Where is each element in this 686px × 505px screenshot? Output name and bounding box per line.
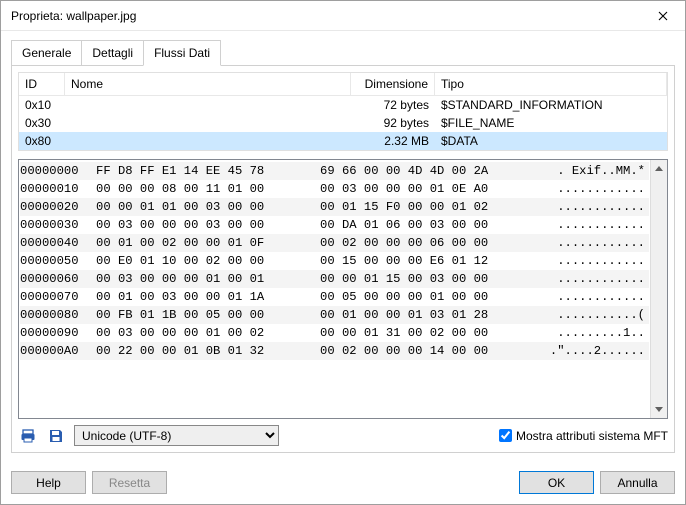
- tab-flussi-dati[interactable]: Flussi Dati: [143, 40, 221, 66]
- titlebar: Proprieta: wallpaper.jpg: [1, 1, 685, 31]
- tab-dettagli[interactable]: Dettagli: [81, 40, 144, 65]
- col-id[interactable]: ID: [19, 73, 65, 95]
- mft-checkbox[interactable]: Mostra attributi sistema MFT: [499, 429, 668, 443]
- reset-button[interactable]: Resetta: [92, 471, 167, 494]
- hex-toolbar: Unicode (UTF-8) Mostra attributi sistema…: [18, 425, 668, 446]
- cancel-button[interactable]: Annulla: [600, 471, 675, 494]
- table-row[interactable]: 0x10 72 bytes $STANDARD_INFORMATION: [19, 96, 667, 114]
- ok-button[interactable]: OK: [519, 471, 594, 494]
- table-row[interactable]: 0x80 2.32 MB $DATA: [19, 132, 667, 150]
- dialog-buttons: Help Resetta OK Annulla: [1, 463, 685, 504]
- scroll-track[interactable]: [651, 177, 667, 401]
- scrollbar[interactable]: [650, 160, 667, 418]
- tab-bar: Generale Dettagli Flussi Dati: [11, 39, 675, 65]
- close-icon: [658, 11, 668, 21]
- col-tipo[interactable]: Tipo: [435, 73, 667, 95]
- col-dimensione[interactable]: Dimensione: [351, 73, 435, 95]
- hex-content: 00000000FF D8 FF E1 14 EE 45 7869 66 00 …: [19, 160, 650, 418]
- print-button[interactable]: [18, 426, 38, 446]
- content-area: Generale Dettagli Flussi Dati ID Nome Di…: [1, 31, 685, 463]
- properties-dialog: Proprieta: wallpaper.jpg Generale Dettag…: [0, 0, 686, 505]
- scroll-up-icon[interactable]: [651, 160, 667, 177]
- mft-checkbox-input[interactable]: [499, 429, 512, 442]
- encoding-dropdown[interactable]: Unicode (UTF-8): [74, 425, 279, 446]
- mft-checkbox-label: Mostra attributi sistema MFT: [516, 429, 668, 443]
- encoding-select[interactable]: Unicode (UTF-8): [74, 425, 279, 446]
- scroll-down-icon[interactable]: [651, 401, 667, 418]
- window-title: Proprieta: wallpaper.jpg: [11, 9, 640, 23]
- table-row[interactable]: 0x30 92 bytes $FILE_NAME: [19, 114, 667, 132]
- print-icon: [20, 428, 36, 444]
- tab-generale[interactable]: Generale: [11, 40, 82, 65]
- save-button[interactable]: [46, 426, 66, 446]
- tab-panel: ID Nome Dimensione Tipo 0x10 72 bytes $S…: [11, 65, 675, 453]
- save-icon: [48, 428, 64, 444]
- help-button[interactable]: Help: [11, 471, 86, 494]
- table-header: ID Nome Dimensione Tipo: [19, 73, 667, 96]
- close-button[interactable]: [640, 1, 685, 31]
- hex-viewer[interactable]: 00000000FF D8 FF E1 14 EE 45 7869 66 00 …: [18, 159, 668, 419]
- col-nome[interactable]: Nome: [65, 73, 351, 95]
- streams-table: ID Nome Dimensione Tipo 0x10 72 bytes $S…: [18, 72, 668, 151]
